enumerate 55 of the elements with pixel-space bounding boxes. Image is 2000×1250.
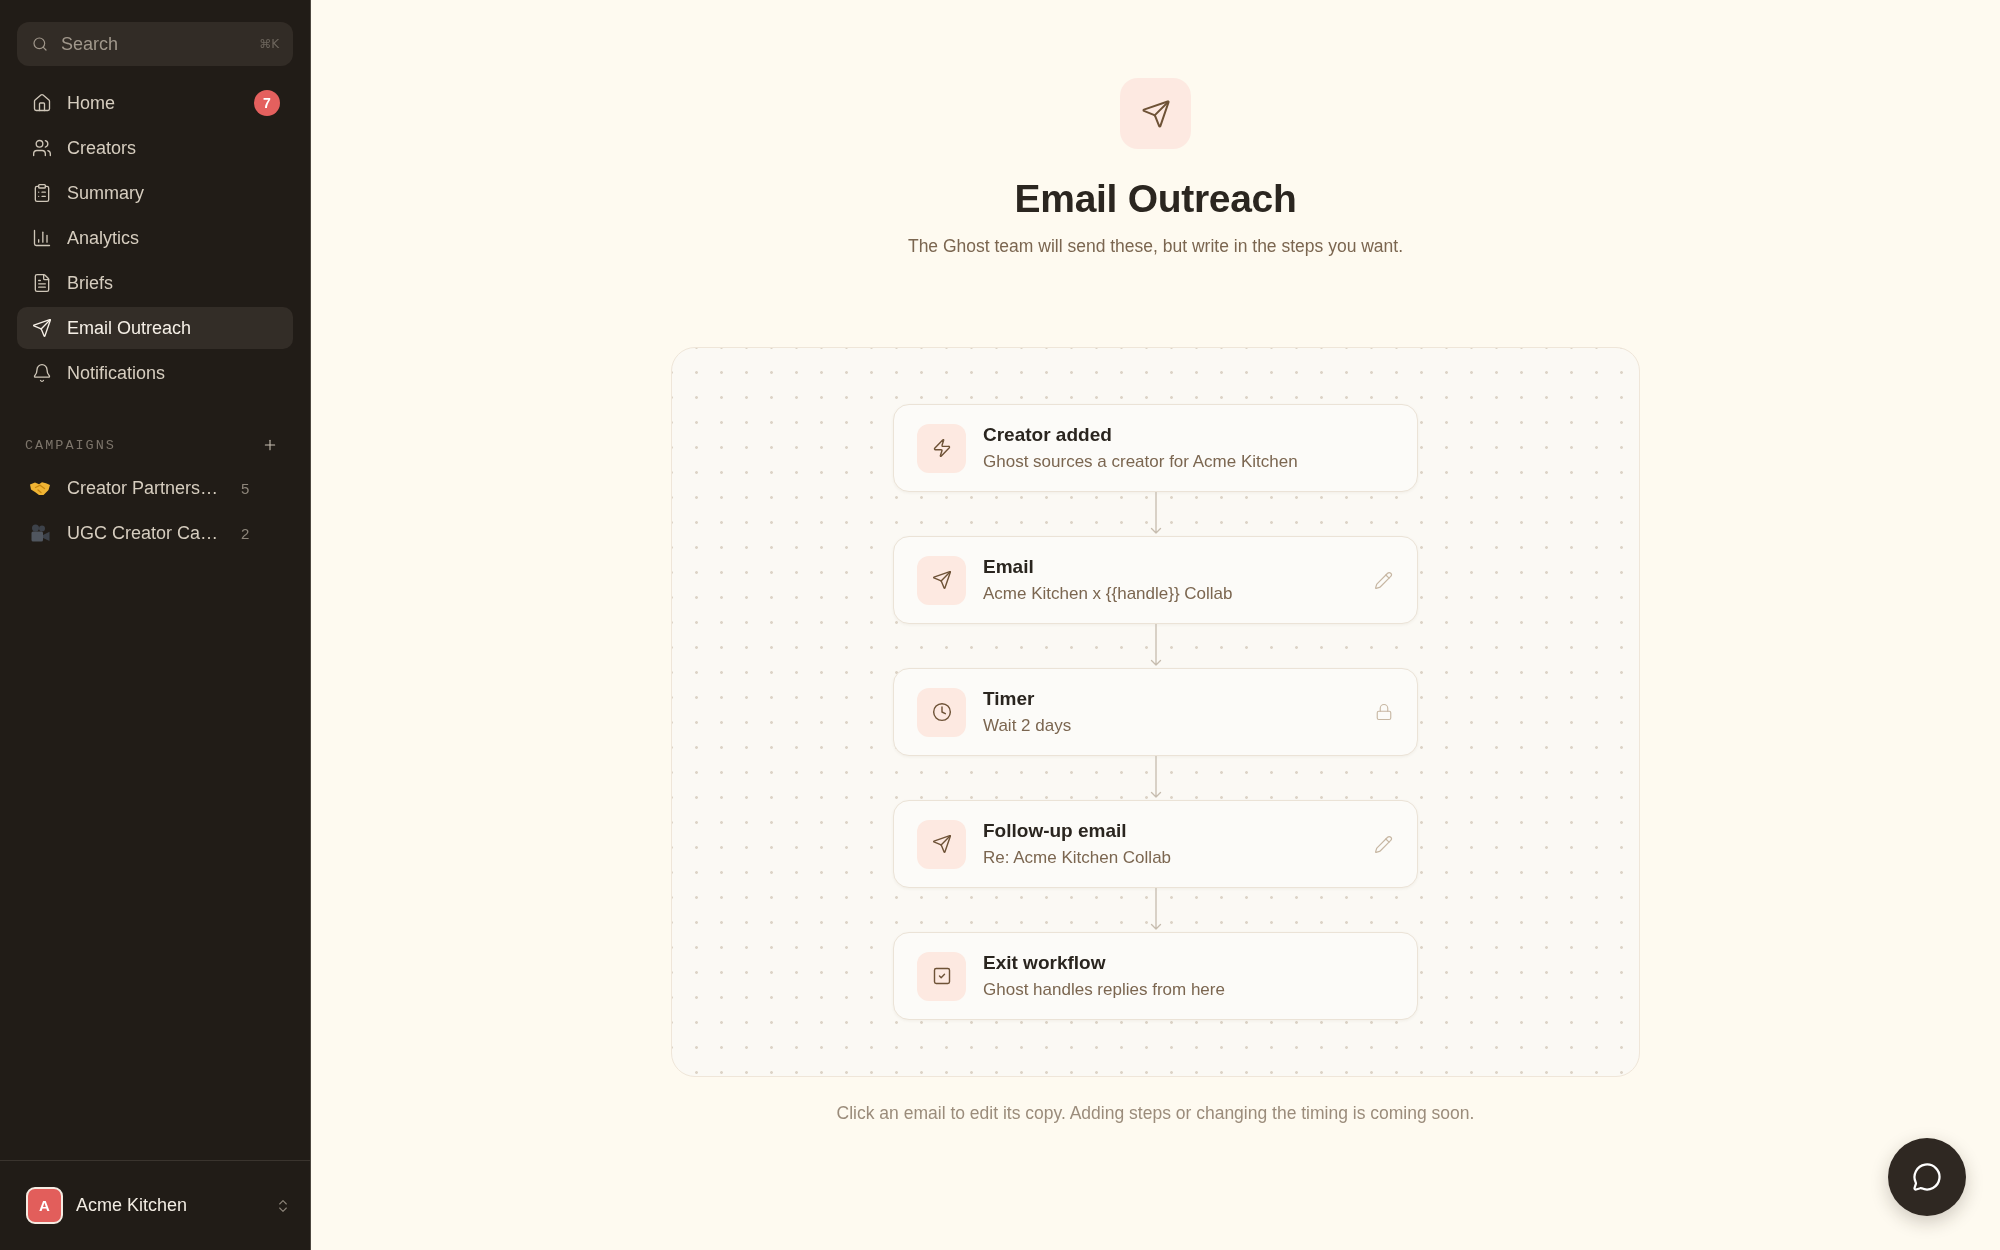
step-title: Creator added bbox=[983, 423, 1112, 447]
page-subtitle: The Ghost team will send these, but write in the steps you want. bbox=[907, 235, 1404, 258]
nav-item[interactable]: Creators bbox=[17, 127, 293, 169]
item-count: 2 bbox=[241, 524, 250, 542]
search-icon bbox=[32, 36, 48, 52]
campaign-item[interactable]: Creator Partners… 5 bbox=[17, 467, 293, 509]
handshake-icon bbox=[30, 480, 50, 496]
step-title: Follow-up email bbox=[983, 819, 1127, 843]
workspace-name: Acme Kitchen bbox=[76, 1195, 188, 1216]
workflow-step-card[interactable]: Email Acme Kitchen x {{handle}} Collab bbox=[893, 536, 1418, 624]
page-title: Email Outreach bbox=[1014, 176, 1297, 222]
workflow-step-card[interactable]: Follow-up email Re: Acme Kitchen Collab bbox=[893, 800, 1418, 888]
paper-plane-icon bbox=[1120, 78, 1191, 149]
lightning-icon bbox=[917, 423, 966, 473]
step-title: Email bbox=[983, 555, 1034, 579]
section-heading: CAMPAIGNS bbox=[25, 437, 116, 453]
bell-icon bbox=[32, 363, 52, 383]
document-icon bbox=[32, 273, 52, 293]
item-count: 5 bbox=[241, 479, 250, 497]
add-campaign-button[interactable] bbox=[262, 437, 278, 453]
step-title: Timer bbox=[983, 687, 1035, 711]
nav-item[interactable]: Briefs bbox=[17, 262, 293, 304]
step-subtitle: Wait 2 days bbox=[983, 715, 1072, 737]
plus-icon bbox=[262, 437, 278, 453]
workspace-avatar: A bbox=[26, 1187, 63, 1224]
step-subtitle: Acme Kitchen x {{handle}} Collab bbox=[983, 583, 1233, 605]
house-icon bbox=[32, 93, 52, 113]
step-subtitle: Ghost handles replies from here bbox=[983, 979, 1225, 1001]
checkbox-icon bbox=[917, 951, 966, 1001]
helper-text: Click an email to edit its copy. Adding steps or changing the timing is coming soon. bbox=[836, 1102, 1475, 1125]
paper-plane-icon bbox=[32, 318, 52, 338]
count-badge: 7 bbox=[254, 90, 280, 116]
nav-item[interactable]: Analytics bbox=[17, 217, 293, 259]
connector-arrow bbox=[1148, 492, 1163, 536]
connector-arrow bbox=[1148, 624, 1163, 668]
clipboard-icon bbox=[32, 183, 52, 203]
chat-button[interactable] bbox=[1888, 1138, 1966, 1216]
paper-plane-icon bbox=[917, 819, 966, 869]
step-title: Exit workflow bbox=[983, 951, 1106, 975]
clock-icon bbox=[917, 687, 966, 737]
connector-arrow bbox=[1148, 756, 1163, 800]
nav-item[interactable]: Home 7 bbox=[17, 82, 293, 124]
movie-camera-icon bbox=[30, 523, 50, 543]
step-subtitle: Re: Acme Kitchen Collab bbox=[983, 847, 1172, 869]
shortcut-hint: ⌘K bbox=[259, 36, 279, 52]
nav-item[interactable]: Email Outreach bbox=[17, 307, 293, 349]
step-subtitle: Ghost sources a creator for Acme Kitchen bbox=[983, 451, 1298, 473]
connector-arrow bbox=[1148, 888, 1163, 932]
campaign-item[interactable]: UGC Creator Ca… 2 bbox=[17, 512, 293, 554]
people-icon bbox=[32, 138, 52, 158]
bar-chart-icon bbox=[32, 228, 52, 248]
paper-plane-icon bbox=[917, 555, 966, 605]
nav-item[interactable]: Notifications bbox=[17, 352, 293, 394]
chat-bubble-icon bbox=[1912, 1162, 1942, 1192]
nav-item[interactable]: Summary bbox=[17, 172, 293, 214]
